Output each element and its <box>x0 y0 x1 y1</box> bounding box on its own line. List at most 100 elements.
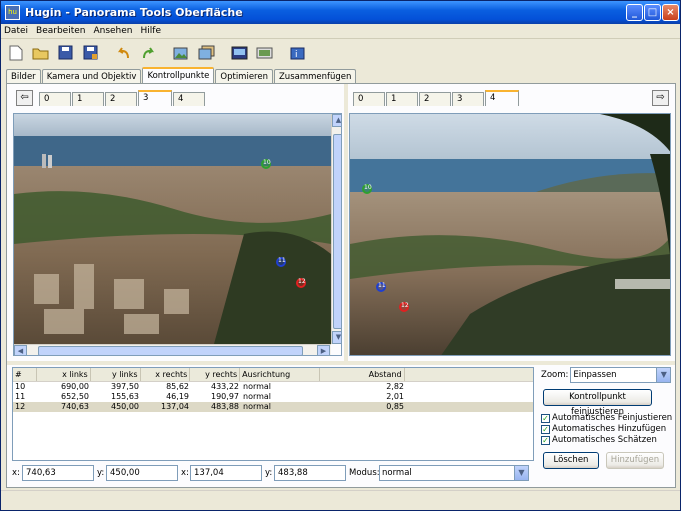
auto-fine-tune-label: Automatisches Feinjustieren <box>552 413 673 423</box>
title-bar[interactable]: hu Hugin - Panorama Tools Oberfläche _ □… <box>1 1 680 24</box>
column-header-x-right[interactable]: x rechts <box>141 368 191 381</box>
cell-y-left: 397,50 <box>111 382 139 391</box>
right-image-view[interactable]: 10 11 12 <box>349 113 671 356</box>
table-row[interactable]: 11 652,50 155,63 46,19 190,97 normal 2,0… <box>13 392 533 402</box>
scroll-right-icon[interactable]: ▶ <box>317 345 330 355</box>
table-row[interactable]: 10 690,00 397,50 85,62 433,22 normal 2,8… <box>13 382 533 392</box>
left-image-tab-2[interactable]: 2 <box>105 92 137 106</box>
left-vertical-scrollbar[interactable]: ▲ ▼ <box>331 114 341 344</box>
minimize-button[interactable]: _ <box>626 4 643 21</box>
right-image-tab-0[interactable]: 0 <box>353 92 385 106</box>
mode-value: normal <box>382 468 412 478</box>
tab-kontrollpunkte[interactable]: Kontrollpunkte <box>142 67 215 84</box>
scroll-left-icon[interactable]: ◀ <box>14 345 27 355</box>
add-images-icon[interactable] <box>197 43 216 62</box>
tab-kamera-und-objektiv[interactable]: Kamera und Objektiv <box>41 69 142 84</box>
checkmark-icon: ✓ <box>541 424 550 434</box>
tab-optimieren[interactable]: Optimieren <box>215 69 273 84</box>
right-arrow-icon: ⇨ <box>656 92 665 103</box>
cell-distance: 2,82 <box>386 382 404 391</box>
menu-hilfe[interactable]: Hilfe <box>141 26 161 36</box>
chevron-down-icon[interactable]: ▼ <box>656 368 671 382</box>
cell-orientation: normal <box>243 382 272 391</box>
scroll-up-icon[interactable]: ▲ <box>332 114 341 127</box>
x-right-input[interactable]: 137,04 <box>190 465 262 481</box>
control-points-table[interactable]: # x links y links x rechts y rechts Ausr… <box>12 367 534 461</box>
column-header-x-left[interactable]: x links <box>37 368 91 381</box>
tab-zusammenfuegen[interactable]: Zusammenfügen <box>273 69 357 84</box>
control-point-10-right[interactable]: 10 <box>362 184 372 194</box>
right-image-tab-1[interactable]: 1 <box>386 92 418 106</box>
cell-orientation: normal <box>243 392 272 401</box>
next-image-button[interactable]: ⇨ <box>652 90 669 106</box>
left-image-tab-0[interactable]: 0 <box>39 92 71 106</box>
left-image-tabs: 0 1 2 3 4 <box>39 90 206 106</box>
maximize-button[interactable]: □ <box>644 4 661 21</box>
mode-select[interactable]: normal ▼ <box>379 465 529 481</box>
column-header-filler <box>405 368 533 381</box>
y-right-input[interactable]: 483,88 <box>274 465 346 481</box>
previous-image-button[interactable]: ⇦ <box>16 90 33 106</box>
left-image-tab-1[interactable]: 1 <box>72 92 104 106</box>
auto-add-checkbox[interactable]: ✓ Automatisches Hinzufügen <box>541 424 666 434</box>
control-points-panel: ⇦ 0 1 2 3 4 10 11 12 ▲ ▼ ◀ ▶ 0 1 2 3 4 ⇨… <box>6 83 676 488</box>
undo-icon[interactable] <box>114 43 133 62</box>
fine-tune-button[interactable]: Kontrollpunkt feinjustieren <box>543 389 652 417</box>
new-document-icon[interactable] <box>6 43 25 62</box>
column-header-orientation[interactable]: Ausrichtung <box>240 368 320 381</box>
menu-bearbeiten[interactable]: Bearbeiten <box>36 26 85 36</box>
cell-x-right: 46,19 <box>166 392 189 401</box>
chevron-down-icon[interactable]: ▼ <box>514 466 528 480</box>
control-point-12-right[interactable]: 12 <box>399 302 409 312</box>
control-point-11-left[interactable]: 11 <box>276 257 286 267</box>
right-image-tab-4[interactable]: 4 <box>485 90 519 106</box>
x-left-label: x: <box>12 468 20 478</box>
hugin-app-icon: hu <box>5 5 20 20</box>
right-image-tab-2[interactable]: 2 <box>419 92 451 106</box>
close-button[interactable]: × <box>662 4 679 21</box>
x-left-input[interactable]: 740,63 <box>22 465 94 481</box>
column-header-y-right[interactable]: y rechts <box>190 368 241 381</box>
y-left-label: y: <box>97 468 105 478</box>
zoom-select[interactable]: Einpassen ▼ <box>570 367 672 383</box>
add-image-icon[interactable] <box>172 43 191 62</box>
table-row-selected[interactable]: 12 740,63 450,00 137,04 483,88 normal 0,… <box>13 402 533 412</box>
pane-splitter[interactable] <box>344 84 348 361</box>
cell-x-left: 652,50 <box>61 392 89 401</box>
zoom-value: Einpassen <box>573 370 617 380</box>
panorama-preview-icon[interactable] <box>255 43 274 62</box>
mode-label: Modus: <box>349 468 380 478</box>
left-horizontal-scroll-thumb[interactable] <box>38 346 303 355</box>
tab-bilder[interactable]: Bilder <box>6 69 41 84</box>
y-left-input[interactable]: 450,00 <box>106 465 178 481</box>
menu-datei[interactable]: Datei <box>4 26 28 36</box>
save-icon[interactable] <box>56 43 75 62</box>
right-image-tab-3[interactable]: 3 <box>452 92 484 106</box>
control-point-12-left[interactable]: 12 <box>296 278 306 288</box>
auto-fine-tune-checkbox[interactable]: ✓ Automatisches Feinjustieren <box>541 413 672 423</box>
coordinates-bar: x: 740,63 y: 450,00 x: 137,04 y: 483,88 … <box>7 463 675 483</box>
horizontal-splitter[interactable] <box>7 361 675 365</box>
zoom-row: Zoom: Einpassen ▼ <box>541 367 672 383</box>
column-header-y-left[interactable]: y links <box>91 368 141 381</box>
auto-estimate-checkbox[interactable]: ✓ Automatisches Schätzen <box>541 435 657 445</box>
redo-icon[interactable] <box>139 43 158 62</box>
left-image-tab-3[interactable]: 3 <box>138 90 172 106</box>
save-as-icon[interactable] <box>81 43 100 62</box>
left-image-tab-4[interactable]: 4 <box>173 92 205 106</box>
left-image-view[interactable]: 10 11 12 ▲ ▼ ◀ ▶ <box>13 113 342 356</box>
svg-text:i: i <box>295 50 298 60</box>
column-header-distance[interactable]: Abstand <box>320 368 405 381</box>
scroll-down-icon[interactable]: ▼ <box>332 331 341 344</box>
cell-y-left: 155,63 <box>111 392 139 401</box>
about-icon[interactable]: i <box>288 43 307 62</box>
left-horizontal-scrollbar[interactable]: ◀ ▶ <box>14 344 331 355</box>
column-header-number[interactable]: # <box>13 368 37 381</box>
preview-icon[interactable] <box>230 43 249 62</box>
cell-number: 11 <box>15 392 26 401</box>
control-point-11-right[interactable]: 11 <box>376 282 386 292</box>
open-folder-icon[interactable] <box>31 43 50 62</box>
left-vertical-scroll-thumb[interactable] <box>333 134 341 329</box>
menu-ansehen[interactable]: Ansehen <box>93 26 132 36</box>
control-point-10-left[interactable]: 10 <box>261 159 271 169</box>
